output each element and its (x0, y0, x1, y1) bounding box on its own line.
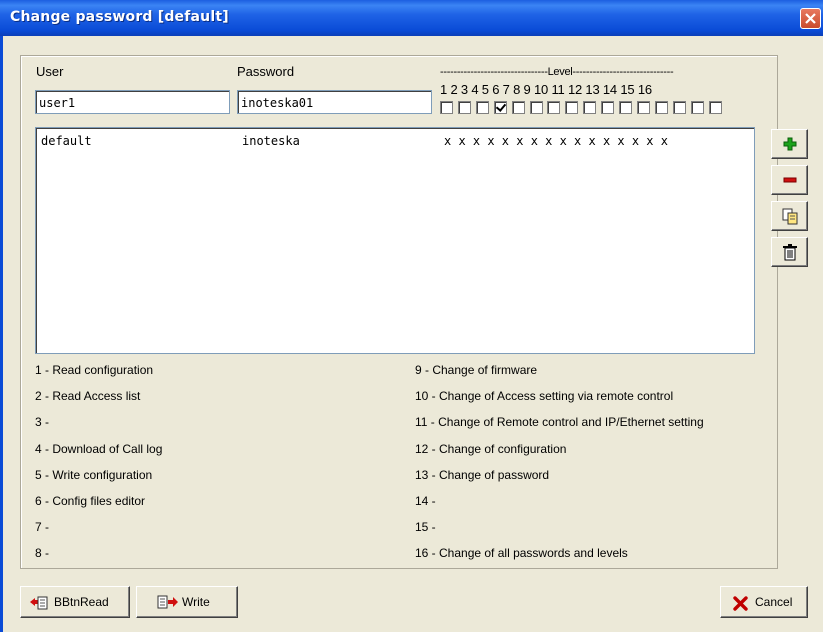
level-checkbox-2[interactable] (457, 101, 471, 114)
write-button[interactable]: Write (136, 586, 238, 618)
trash-icon (782, 244, 798, 264)
add-button[interactable] (771, 129, 808, 159)
level-checkbox-4[interactable] (493, 101, 507, 114)
level-checkbox-6[interactable] (529, 101, 543, 114)
cancel-button[interactable]: Cancel (720, 586, 808, 618)
row-user: default (41, 134, 92, 148)
remove-button[interactable] (771, 165, 808, 195)
legend-item: 3 - (35, 415, 50, 430)
level-checkbox-14[interactable] (672, 101, 686, 114)
legend-item: 15 - (415, 520, 436, 535)
level-checkbox-5[interactable] (511, 101, 525, 114)
user-input[interactable]: user1 (35, 90, 230, 114)
legend-item: 7 - (35, 520, 50, 535)
level-checkbox-3[interactable] (475, 101, 489, 114)
legend-item: 5 - Write configuration (35, 467, 153, 482)
legend-item: 9 - Change of firmware (415, 363, 538, 377)
write-button-label: Write (182, 595, 210, 609)
copy-button[interactable] (771, 201, 808, 231)
legend-item: 12 - Change of configuration (415, 441, 567, 456)
title-bar[interactable]: Change password [default] (0, 0, 823, 36)
level-checkbox-16[interactable] (708, 101, 722, 114)
row-levels: x x x x x x x x x x x x x x x x (444, 134, 668, 148)
level-checkbox-13[interactable] (654, 101, 668, 114)
level-checkbox-9[interactable] (583, 101, 597, 114)
level-checkbox-11[interactable] (619, 101, 632, 114)
legend-item: 14 - (415, 494, 436, 508)
window-border (0, 36, 3, 632)
row-password: inoteska (242, 134, 300, 148)
legend-item: 13 - Change of password (415, 467, 550, 482)
legend-item: 2 - Read Access list (35, 389, 141, 404)
legend-item: 8 - (35, 546, 50, 561)
legend-item: 10 - Change of Access setting via remote… (415, 389, 674, 404)
password-label: Password (237, 64, 295, 79)
level-checkbox-10[interactable] (601, 101, 615, 114)
level-checkbox-15[interactable] (690, 101, 704, 114)
close-button[interactable] (800, 8, 821, 29)
legend-item: 1 - Read configuration (35, 363, 154, 377)
minus-icon (782, 172, 798, 191)
read-icon (29, 594, 49, 614)
level-checkbox-8[interactable] (565, 101, 579, 114)
user-label: User (36, 64, 64, 79)
window-title: Change password [default] (10, 9, 229, 25)
password-input[interactable]: inoteska01 (237, 90, 432, 114)
plus-icon (782, 136, 798, 155)
read-button-label: BBtnRead (54, 595, 109, 609)
write-icon (157, 594, 179, 614)
close-icon (805, 13, 816, 24)
level-checkbox-12[interactable] (636, 101, 650, 114)
legend-item: 4 - Download of Call log (35, 441, 163, 456)
legend-item: 11 - Change of Remote control and IP/Eth… (415, 415, 704, 430)
legend-item: 16 - Change of all passwords and levels (415, 546, 628, 561)
cancel-x-icon (733, 596, 748, 614)
password-list[interactable]: default inoteska x x x x x x x x x x x x x… (35, 127, 755, 354)
level-header: --------------------------------Level---… (440, 66, 674, 78)
level-checkbox-1[interactable] (440, 101, 453, 114)
legend-item: 6 - Config files editor (35, 494, 146, 508)
copy-document-icon (782, 208, 798, 228)
level-checkbox-7[interactable] (547, 101, 561, 114)
read-button[interactable]: BBtnRead (20, 586, 130, 618)
change-password-window: Change password [default] User Password … (0, 0, 823, 632)
delete-button[interactable] (771, 237, 808, 267)
cancel-button-label: Cancel (755, 595, 793, 609)
level-numbers: 1 2 3 4 5 6 7 8 9 10 11 12 13 14 15 16 (440, 82, 652, 97)
